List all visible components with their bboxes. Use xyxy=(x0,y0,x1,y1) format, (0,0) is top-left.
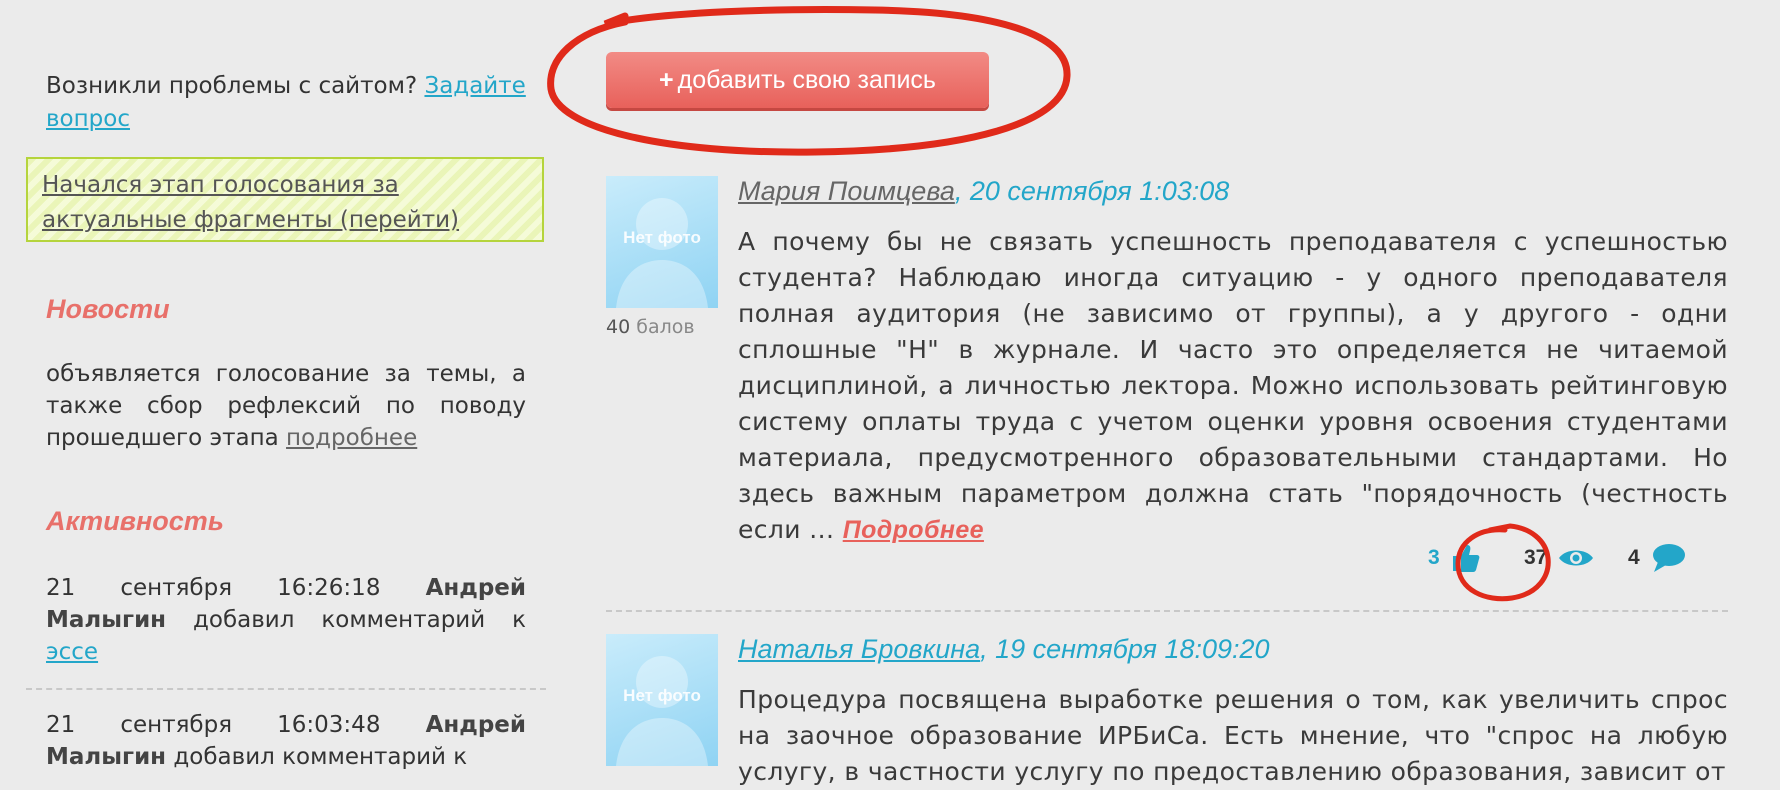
activity-link[interactable]: эссе xyxy=(46,639,98,665)
post-text: А почему бы не связать успешность препод… xyxy=(738,227,1728,544)
activity-time: 21 сентября 16:03:48 xyxy=(46,712,381,738)
post-date: , 19 сентября 18:09:20 xyxy=(980,634,1270,664)
add-entry-button[interactable]: + добавить свою запись xyxy=(606,52,989,108)
activity-heading: Активность xyxy=(46,506,224,536)
user-score: 40 балов xyxy=(606,316,695,338)
post: Нет фото Наталья Бровкина, 19 сентября 1… xyxy=(606,634,1728,786)
sidebar: Возникли проблемы с сайтом? Задайте вопр… xyxy=(0,0,560,770)
activity-action: добавил комментарий к xyxy=(193,607,527,633)
add-entry-label: добавить свою запись xyxy=(677,66,936,94)
read-more-link[interactable]: Подробнее xyxy=(843,516,984,544)
activity-item: 21 сентября 16:26:18 Андрей Малыгин доба… xyxy=(46,572,526,668)
post-date: , 20 сентября 1:03:08 xyxy=(954,176,1230,206)
activity-action: добавил комментарий к xyxy=(173,744,468,770)
voting-notice-link[interactable]: Начался этап голосования за актуальные ф… xyxy=(42,172,459,233)
post-header: Наталья Бровкина, 19 сентября 18:09:20 xyxy=(738,634,1270,665)
score-value: 40 xyxy=(606,316,631,338)
news-more-link[interactable]: подробнее xyxy=(286,425,417,451)
like-button[interactable]: 3 xyxy=(1428,538,1482,578)
comments-stat[interactable]: 4 xyxy=(1628,538,1686,578)
post-stats: 3 37 4 xyxy=(1428,538,1728,578)
thumbs-up-icon xyxy=(1452,545,1479,573)
activity-divider xyxy=(26,688,546,690)
plus-icon: + xyxy=(659,66,674,94)
problem-text: Возникли проблемы с сайтом? xyxy=(46,73,418,99)
activity-item: 21 сентября 16:03:48 Андрей Малыгин доба… xyxy=(46,709,526,773)
comments-count: 4 xyxy=(1628,546,1640,569)
speech-bubble-icon xyxy=(1652,544,1685,573)
views-stat: 37 xyxy=(1524,538,1595,578)
avatar[interactable]: Нет фото xyxy=(606,634,718,766)
post-text: Процедура посвящена выработке решения о … xyxy=(738,685,1728,786)
no-photo-label: Нет фото xyxy=(623,686,701,705)
post-body: Процедура посвящена выработке решения о … xyxy=(738,682,1728,790)
news-item: объявляется голосование за темы, а также… xyxy=(46,358,526,454)
author-link[interactable]: Наталья Бровкина xyxy=(738,634,980,664)
post: Нет фото 40 балов Мария Поимцева, 20 сен… xyxy=(606,176,1728,596)
news-heading: Новости xyxy=(46,294,170,324)
site-problem-prompt: Возникли проблемы с сайтом? Задайте вопр… xyxy=(46,70,526,136)
score-unit: балов xyxy=(636,316,695,338)
no-photo-label: Нет фото xyxy=(623,228,701,247)
avatar[interactable]: Нет фото xyxy=(606,176,718,308)
voting-notice: Начался этап голосования за актуальные ф… xyxy=(26,157,544,242)
post-header: Мария Поимцева, 20 сентября 1:03:08 xyxy=(738,176,1229,207)
views-count: 37 xyxy=(1524,546,1548,569)
activity-time: 21 сентября 16:26:18 xyxy=(46,575,381,601)
eye-icon xyxy=(1559,550,1594,566)
likes-count: 3 xyxy=(1428,546,1440,569)
post-body: А почему бы не связать успешность препод… xyxy=(738,224,1728,548)
author-link[interactable]: Мария Поимцева xyxy=(738,176,955,206)
post-divider xyxy=(606,610,1728,612)
